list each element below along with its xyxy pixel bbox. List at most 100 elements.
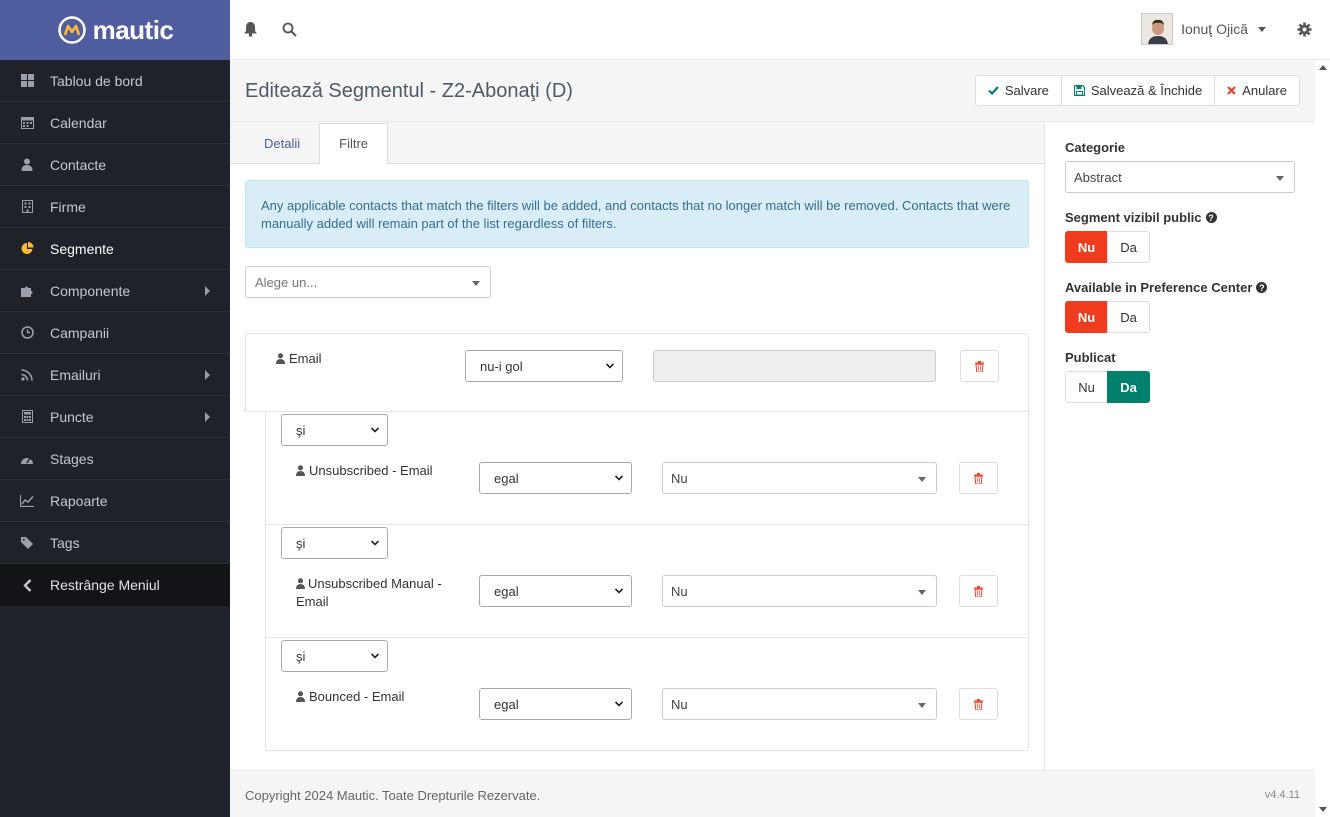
filter-value: Nu [671, 697, 688, 712]
gear-icon[interactable] [1295, 20, 1313, 38]
chevron-down-icon [615, 588, 623, 594]
filter-field-name: Unsubscribed - Email [309, 463, 433, 478]
sidebar-item-companies[interactable]: Firme [0, 186, 230, 228]
chevron-down-icon [371, 540, 379, 546]
pref-yes-button[interactable]: Da [1107, 301, 1150, 333]
filter-field-label: Unsubscribed - Email [296, 462, 433, 480]
category-label: Categorie [1065, 140, 1125, 155]
filter-field-name: Unsubscribed Manual - Email [296, 576, 442, 609]
caret-down-icon [918, 477, 926, 482]
cancel-button[interactable]: Anulare [1214, 75, 1300, 106]
help-icon[interactable]: ? [1256, 282, 1268, 293]
filter-value-input [653, 350, 936, 382]
delete-filter-button[interactable] [959, 688, 998, 720]
pref-no-button[interactable]: Nu [1065, 301, 1108, 333]
filter-operator-select[interactable]: egal [479, 688, 632, 720]
filter-operator-select[interactable]: egal [479, 462, 632, 494]
filter-glue-value: şi [296, 423, 306, 438]
sidebar-item-tags[interactable]: Tags [0, 522, 230, 564]
tab-bar: Detalii Filtre [230, 122, 1044, 164]
check-icon [988, 86, 999, 95]
chevron-left-icon [20, 578, 34, 592]
segment-settings-panel: Categorie Abstract Segment vizibil publi… [1046, 122, 1315, 770]
page-title: Editează Segmentul - Z2-Abonaţi (D) [245, 80, 573, 102]
sidebar-item-label: Campanii [50, 324, 110, 341]
collapse-menu-button[interactable]: Restrânge Meniul [0, 564, 230, 606]
published-yes-button[interactable]: Da [1107, 371, 1150, 403]
sidebar-item-points[interactable]: Puncte [0, 396, 230, 438]
save-button[interactable]: Salvare [974, 75, 1062, 106]
sidebar-item-campaigns[interactable]: Campanii [0, 312, 230, 354]
category-select[interactable]: Abstract [1065, 161, 1295, 193]
preference-center-label-text: Available in Preference Center [1065, 280, 1253, 295]
save-button-label: Salvare [1004, 83, 1049, 98]
sidebar-item-calendar[interactable]: Calendar [0, 102, 230, 144]
chevron-right-icon [205, 285, 210, 296]
user-icon [20, 158, 34, 172]
delete-filter-button[interactable] [959, 462, 998, 494]
chevron-down-icon [606, 363, 614, 369]
sidebar-item-reports[interactable]: Rapoarte [0, 480, 230, 522]
line-chart-icon [20, 494, 34, 508]
filter-operator-select[interactable]: nu-i gol [465, 350, 623, 382]
category-value: Abstract [1074, 170, 1122, 185]
add-filter-select[interactable]: Alege un... [245, 266, 491, 298]
public-no-button[interactable]: Nu [1065, 231, 1108, 263]
published-no-button[interactable]: Nu [1065, 371, 1108, 403]
sidebar-item-components[interactable]: Componente [0, 270, 230, 312]
sidebar-item-dashboard[interactable]: Tablou de bord [0, 60, 230, 102]
tab-filters[interactable]: Filtre [319, 123, 389, 164]
user-menu[interactable]: Ionuţ Ojică [1141, 13, 1266, 45]
mautic-logo[interactable]: mautic [57, 15, 174, 46]
tag-icon [20, 536, 34, 550]
filter-glue-select[interactable]: şi [281, 640, 388, 672]
preference-center-toggle: Nu Da [1065, 301, 1150, 333]
scroll-up-icon[interactable] [1319, 65, 1327, 70]
sidebar-item-contacts[interactable]: Contacte [0, 144, 230, 186]
filter-glue-select[interactable]: şi [281, 414, 388, 446]
caret-down-icon [1276, 176, 1284, 181]
sidebar: mautic Tablou de bord Calendar Contacte … [0, 0, 230, 817]
filter-glue-select[interactable]: şi [281, 527, 388, 559]
bell-icon[interactable] [241, 20, 259, 38]
version-text: v4.4.11 [1264, 789, 1300, 801]
trash-icon [974, 585, 983, 597]
sidebar-item-label: Stages [50, 450, 94, 467]
caret-down-icon [918, 703, 926, 708]
filter-value-select[interactable]: Nu [662, 688, 937, 720]
top-bar: Ionuţ Ojică [230, 0, 1330, 60]
filter-row: şi Unsubscribed - Email egal Nu [265, 412, 1029, 525]
building-icon [20, 200, 34, 214]
delete-filter-button[interactable] [960, 350, 999, 382]
filter-field-name: Email [289, 351, 322, 366]
delete-filter-button[interactable] [959, 575, 998, 607]
filter-operator-value: nu-i gol [480, 359, 523, 374]
public-segment-label-text: Segment vizibil public [1065, 210, 1202, 225]
filter-operator-select[interactable]: egal [479, 575, 632, 607]
filter-value-select[interactable]: Nu [662, 575, 937, 607]
caret-down-icon [472, 281, 480, 286]
filter-field-label: Bounced - Email [296, 688, 404, 706]
page-scrollbar[interactable] [1315, 60, 1330, 817]
tab-details[interactable]: Detalii [245, 123, 319, 163]
filter-list: Email nu-i gol şi Unsubscribed - Email e… [245, 333, 1029, 751]
help-icon[interactable]: ? [1205, 212, 1217, 223]
tachometer-icon [20, 452, 34, 466]
sidebar-item-label: Firme [50, 198, 86, 215]
sidebar-item-segments[interactable]: Segmente [0, 228, 230, 270]
filter-operator-value: egal [494, 471, 519, 486]
scroll-down-icon[interactable] [1319, 807, 1327, 812]
caret-down-icon [918, 590, 926, 595]
calendar-icon [20, 116, 34, 130]
public-yes-button[interactable]: Da [1107, 231, 1150, 263]
sidebar-item-label: Componente [50, 282, 131, 299]
filter-value-select[interactable]: Nu [662, 462, 937, 494]
user-icon [296, 578, 305, 589]
sidebar-item-emails[interactable]: Emailuri [0, 354, 230, 396]
sidebar-item-stages[interactable]: Stages [0, 438, 230, 480]
save-close-button[interactable]: Salvează & Închide [1060, 75, 1216, 106]
add-filter-placeholder: Alege un... [255, 275, 318, 290]
trash-icon [975, 360, 984, 372]
search-icon[interactable] [280, 20, 298, 38]
puzzle-icon [20, 284, 34, 298]
